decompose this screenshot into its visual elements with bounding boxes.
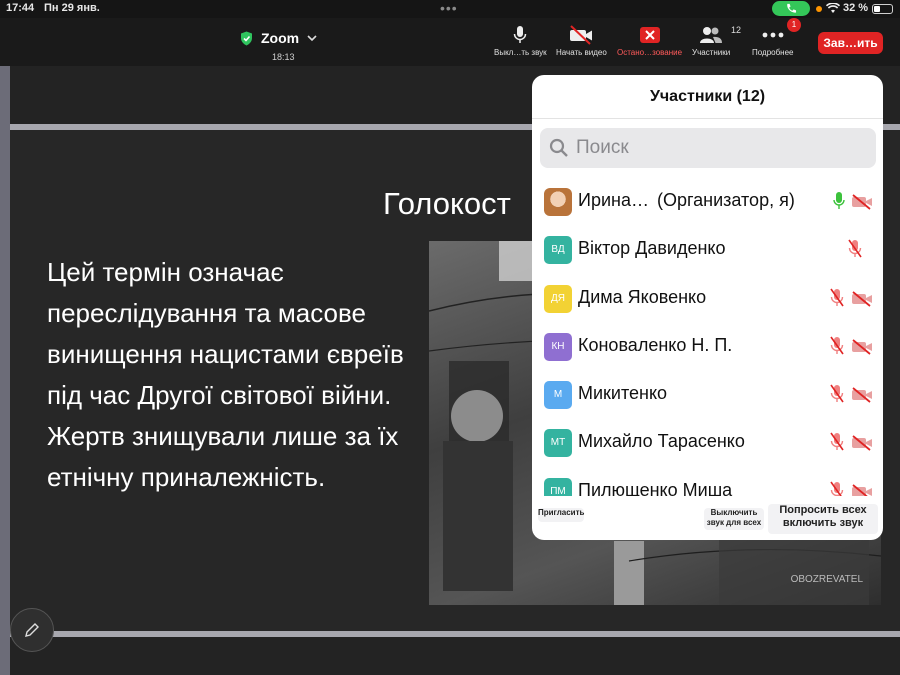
- panel-footer: Пригласить Выключить звук для всех Попро…: [532, 500, 883, 540]
- start-video-label: Начать видео: [556, 48, 607, 57]
- avatar: ВД: [544, 236, 572, 265]
- microphone-muted-icon: [848, 239, 862, 264]
- participant-name-text: Дима Яковенко: [578, 286, 707, 307]
- microphone-muted-icon: [830, 288, 844, 313]
- end-meeting-button[interactable]: Зав…ить: [818, 32, 883, 54]
- wifi-icon: [826, 3, 840, 13]
- microphone-icon: [514, 26, 527, 43]
- slide-bottom-rule: [10, 631, 900, 637]
- stop-share-label: Остано…зование: [617, 48, 683, 57]
- search-input[interactable]: [576, 135, 866, 161]
- more-badge: 1: [787, 18, 801, 32]
- participant-name-text: Коноваленко Н. П.: [578, 334, 733, 355]
- microphone-muted-icon: [830, 384, 844, 409]
- meeting-toolbar: Zoom 18:13 Выкл…ть звук Начать видео Ост…: [0, 18, 900, 66]
- participant-name-text: Віктор Давиденко: [578, 238, 726, 259]
- call-indicator[interactable]: [772, 1, 810, 16]
- invite-button[interactable]: Пригласить: [538, 508, 584, 522]
- video-off-icon: [851, 435, 873, 456]
- microphone-muted-icon: [830, 336, 844, 361]
- participant-name: Віктор Давиденко: [578, 238, 726, 259]
- status-bar: 17:44 Пн 29 янв. ••• 32 %: [0, 0, 900, 18]
- stop-share-icon: [639, 27, 660, 43]
- multitask-dots[interactable]: •••: [440, 0, 458, 16]
- participant-name: Михайло Тарасенко: [578, 431, 745, 452]
- participant-row[interactable]: Ирина… (Организатор, я): [532, 178, 883, 226]
- battery-icon: [872, 4, 893, 14]
- participant-role: (Организатор, я): [656, 190, 795, 210]
- participant-row[interactable]: ДЯ Дима Яковенко: [532, 275, 883, 323]
- avatar: ПМ: [544, 477, 572, 496]
- slide-body-text: Цей термін означає переслідування та мас…: [47, 257, 404, 492]
- participant-row[interactable]: МТ Михайло Тарасенко: [532, 419, 883, 467]
- participants-icon: [700, 27, 723, 43]
- mute-label: Выкл…ть звук: [494, 48, 547, 57]
- start-video-button[interactable]: Начать видео: [556, 24, 607, 57]
- video-off-icon: [851, 484, 873, 496]
- phone-icon: [787, 3, 797, 13]
- status-time: 17:44: [6, 2, 35, 14]
- more-dots-icon: [762, 32, 784, 38]
- participant-row[interactable]: ВД Віктор Давиденко: [532, 226, 883, 274]
- participants-button[interactable]: Участники: [692, 24, 730, 57]
- participant-name: Коноваленко Н. П.: [578, 335, 732, 356]
- video-off-icon: [851, 339, 873, 360]
- avatar: ДЯ: [544, 284, 572, 313]
- participants-count: 12: [731, 25, 742, 35]
- participant-search[interactable]: [540, 128, 876, 168]
- participant-name-text: Пилющенко Миша: [578, 479, 733, 496]
- participant-list: Ирина… (Организатор, я) ВД Віктор Давиденко…: [532, 178, 883, 496]
- microphone-muted-icon: [830, 481, 844, 496]
- stop-share-button[interactable]: Остано…зование: [617, 24, 682, 57]
- status-date: Пн 29 янв.: [44, 2, 100, 14]
- video-off-icon: [851, 194, 873, 215]
- video-off-icon: [851, 387, 873, 408]
- participant-row[interactable]: М Микитенко: [532, 371, 883, 419]
- participant-name-text: Микитенко: [578, 383, 668, 404]
- mute-all-button[interactable]: Выключить звук для всех: [704, 508, 764, 530]
- battery-percent: 32 %: [843, 2, 869, 14]
- microphone-muted-icon: [830, 432, 844, 457]
- meeting-title[interactable]: Zoom: [240, 30, 317, 46]
- participant-row[interactable]: ПМ Пилющенко Миша: [532, 468, 883, 496]
- participant-name: Дима Яковенко: [578, 287, 706, 308]
- participants-panel-title: Участники (12): [532, 75, 883, 119]
- microphone-icon: [833, 191, 845, 216]
- avatar: КН: [544, 332, 572, 361]
- participant-name: Пилющенко Миша: [578, 480, 732, 496]
- avatar: [544, 188, 572, 216]
- mute-button[interactable]: Выкл…ть звук: [494, 24, 547, 57]
- ask-unmute-all-button[interactable]: Попросить всех включить звук: [768, 504, 878, 534]
- participant-name: Микитенко: [578, 383, 667, 404]
- participants-panel: Участники (12) Ирина…(Организатор, я)ВДВ…: [532, 75, 883, 540]
- participant-name-text: Михайло Тарасенко: [578, 431, 745, 452]
- meeting-timer: 18:13: [272, 52, 295, 62]
- chevron-down-icon: [307, 34, 317, 41]
- photo-watermark: OBOZREVATEL: [790, 574, 863, 585]
- more-label: Подробнее: [752, 48, 794, 57]
- app-title: Zoom: [261, 30, 300, 46]
- avatar: М: [544, 381, 572, 410]
- participant-row[interactable]: КН Коноваленко Н. П.: [532, 323, 883, 371]
- annotate-button[interactable]: [10, 608, 54, 652]
- avatar: МТ: [544, 429, 572, 458]
- search-icon: [549, 138, 568, 157]
- video-off-icon: [570, 25, 593, 45]
- pencil-icon: [25, 623, 39, 637]
- recording-dot: [816, 6, 822, 12]
- slide-title: Голокост: [383, 186, 511, 221]
- participant-name: Ирина… (Организатор, я): [578, 190, 795, 211]
- video-off-icon: [851, 290, 873, 312]
- participants-label: Участники: [692, 48, 731, 57]
- participant-name-text: Ирина…: [578, 190, 649, 210]
- shield-icon: [241, 31, 252, 45]
- shared-screen-border: [0, 66, 10, 675]
